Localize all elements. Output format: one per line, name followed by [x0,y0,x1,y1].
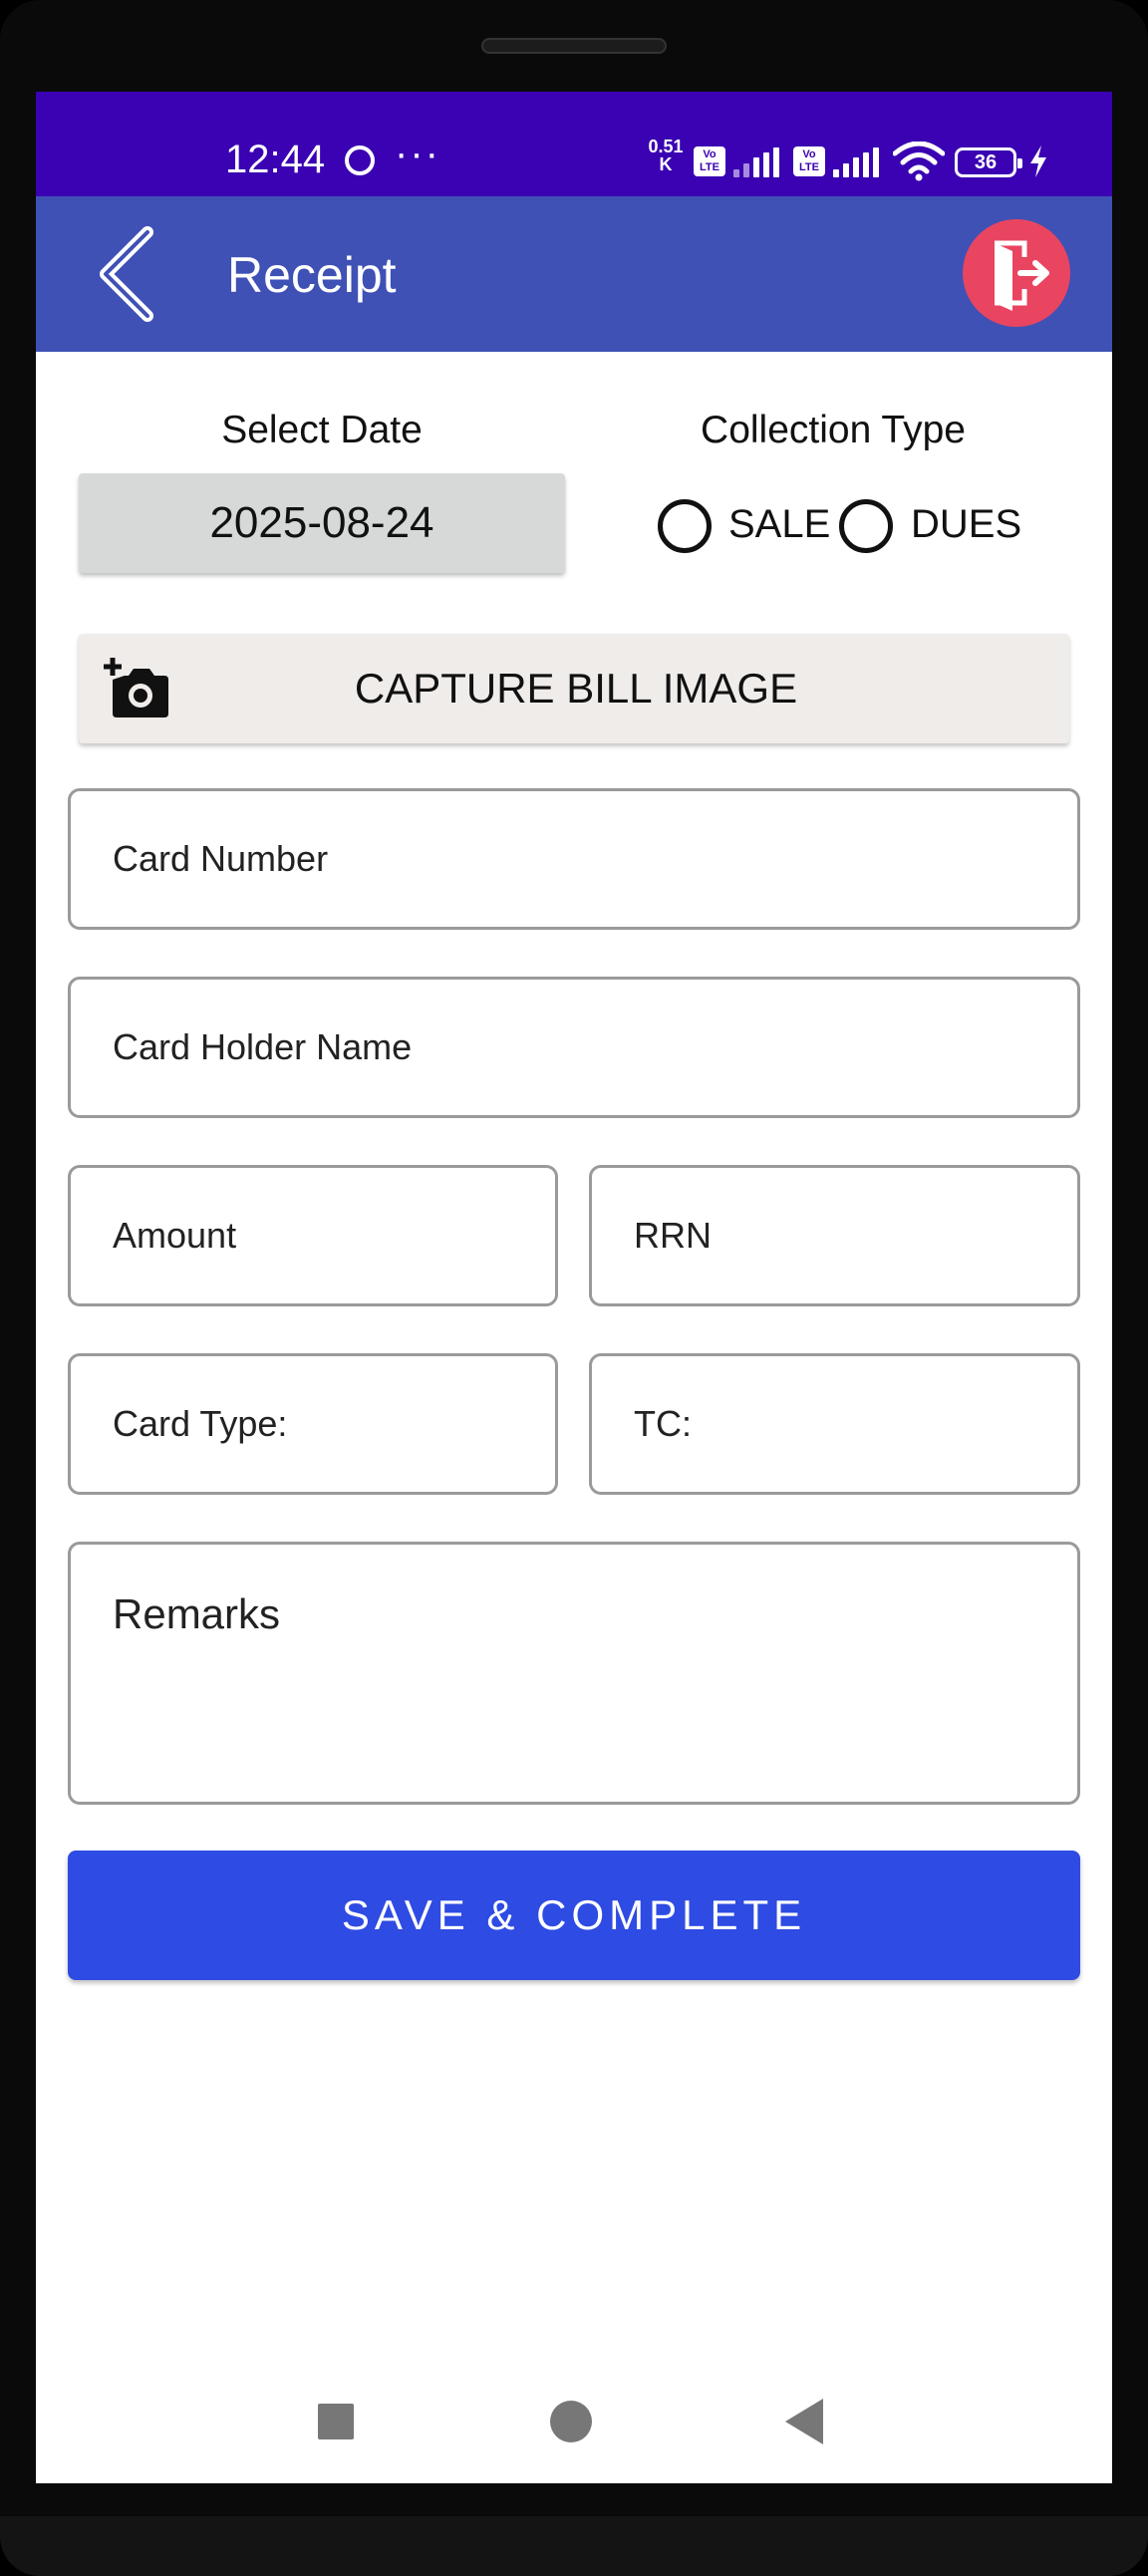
network-speed-value: 0.51 [648,137,684,156]
wifi-icon [893,142,945,181]
date-picker[interactable]: 2025-08-24 [79,473,565,573]
chevron-left-icon [100,226,153,322]
network-speed: 0.51 K [646,138,686,173]
phone-frame: 12:44 ··· 0.51 K Vo LTE Vo LTE 36 Receip… [0,0,1148,2576]
amount-input[interactable] [113,1168,537,1303]
radio-sale[interactable] [658,499,712,553]
rrn-input[interactable] [634,1168,1059,1303]
card-number-input[interactable] [113,791,1059,927]
save-complete-button[interactable]: SAVE & COMPLETE [68,1851,1080,1980]
charging-bolt-icon [1030,145,1046,177]
capture-bill-image-label: CAPTURE BILL IMAGE [354,665,798,712]
add-camera-icon [104,658,168,717]
speaker-grille [481,38,667,54]
back-button[interactable] [92,226,171,322]
remarks-input[interactable] [113,1590,1059,1740]
tc-field[interactable] [589,1353,1080,1495]
amount-field[interactable] [68,1165,558,1306]
nav-back-triangle-icon[interactable] [783,2397,825,2446]
screen: 12:44 ··· 0.51 K Vo LTE Vo LTE 36 Receip… [36,92,1112,2483]
notification-face-icon [345,145,375,175]
page-title: Receipt [227,247,397,303]
radio-dues-label[interactable]: DUES [911,502,1021,547]
card-holder-name-input[interactable] [113,980,1059,1115]
signal-icon-2 [833,147,881,177]
remarks-field[interactable] [68,1542,1080,1805]
battery-level: 36 [974,151,998,173]
select-date-label: Select Date [221,409,423,451]
phone-chin [0,2516,1148,2576]
recents-square-icon[interactable] [318,2404,354,2439]
radio-sale-label[interactable]: SALE [728,502,830,547]
home-circle-icon[interactable] [550,2401,592,2442]
logout-door-icon [995,240,1049,311]
status-time: 12:44 [225,138,326,181]
volte-badge-2: Vo LTE [793,146,825,176]
network-speed-unit: K [659,154,673,174]
app-bar: Receipt [36,196,1112,352]
status-bar: 12:44 ··· 0.51 K Vo LTE Vo LTE 36 [36,92,1112,196]
rrn-field[interactable] [589,1165,1080,1306]
battery-icon: 36 [955,147,1022,177]
capture-bill-image-button[interactable]: CAPTURE BILL IMAGE [79,634,1069,743]
card-number-field[interactable] [68,788,1080,930]
radio-dues[interactable] [839,499,893,553]
signal-icon-1 [733,147,781,177]
more-notifications-icon: ··· [395,132,440,175]
card-type-field[interactable] [68,1353,558,1495]
card-type-input[interactable] [113,1356,537,1492]
collection-type-label: Collection Type [701,409,966,451]
card-holder-name-field[interactable] [68,977,1080,1118]
logout-button[interactable] [963,219,1070,327]
tc-input[interactable] [634,1356,1059,1492]
volte-badge-1: Vo LTE [694,146,725,176]
